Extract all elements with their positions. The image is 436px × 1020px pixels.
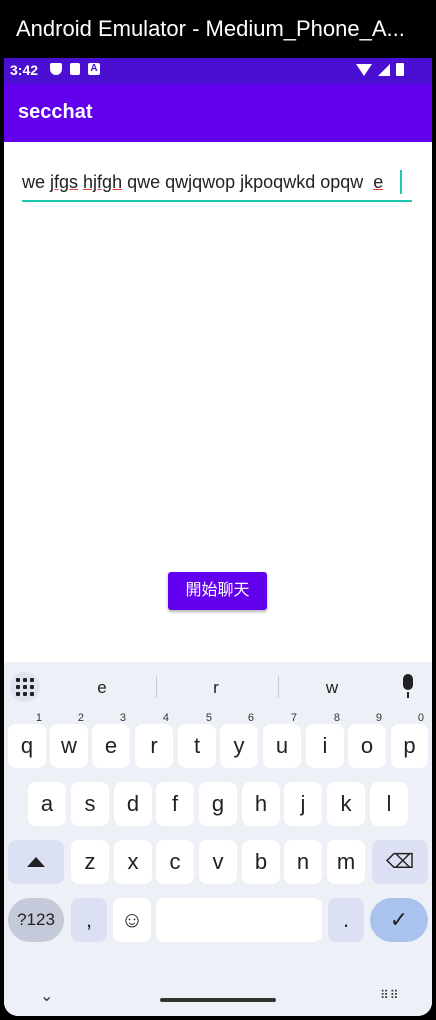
key-o[interactable]: o9 bbox=[348, 712, 386, 768]
suggestion-3[interactable]: w bbox=[312, 678, 352, 698]
keyboard-switch-icon[interactable]: ⠿⠿ bbox=[380, 988, 400, 1002]
shift-key[interactable] bbox=[8, 840, 64, 884]
key-y[interactable]: y6 bbox=[220, 712, 258, 768]
text-cursor bbox=[400, 170, 402, 194]
key-m[interactable]: m bbox=[327, 840, 365, 884]
hide-keyboard-icon[interactable]: ⌄ bbox=[40, 986, 53, 1006]
emulator-title-bar: Android Emulator - Medium_Phone_A... bbox=[0, 0, 436, 58]
key-l[interactable]: l bbox=[370, 782, 408, 826]
backspace-icon: ⌫ bbox=[385, 851, 415, 873]
key-w[interactable]: w2 bbox=[50, 712, 88, 768]
status-time: 3:42 bbox=[10, 62, 39, 78]
shield-icon bbox=[50, 63, 62, 75]
navigation-bar: ⌄ ⠿⠿ bbox=[4, 988, 432, 1016]
period-key[interactable]: . bbox=[328, 898, 364, 942]
backspace-key[interactable]: ⌫ bbox=[372, 840, 428, 884]
message-input[interactable]: we jfgs hjfgh qwe qwjqwop jkpoqwkd opqw … bbox=[22, 168, 412, 202]
sd-card-icon bbox=[70, 63, 80, 75]
suggestion-1[interactable]: e bbox=[82, 678, 122, 698]
symbols-key[interactable]: ?123 bbox=[8, 898, 64, 942]
status-icons-right bbox=[356, 63, 404, 76]
phone-screen: 3:42 A secchat we jfgs hjfgh qwe qwjqwop… bbox=[4, 58, 432, 1016]
shift-icon bbox=[27, 857, 45, 867]
comma-key[interactable]: , bbox=[71, 898, 107, 942]
a-icon: A bbox=[88, 63, 100, 75]
app-bar: secchat bbox=[4, 84, 432, 142]
key-n[interactable]: n bbox=[284, 840, 322, 884]
key-z[interactable]: z bbox=[71, 840, 109, 884]
key-a[interactable]: a bbox=[28, 782, 66, 826]
key-b[interactable]: b bbox=[242, 840, 280, 884]
soft-keyboard: e r w q1 w2 e3 r4 t5 y6 u7 i8 o9 p0 a s … bbox=[4, 662, 432, 1016]
key-k[interactable]: k bbox=[327, 782, 365, 826]
signal-icon bbox=[378, 63, 390, 76]
suggestion-divider bbox=[156, 676, 157, 698]
key-d[interactable]: d bbox=[114, 782, 152, 826]
message-input-value: we jfgs hjfgh qwe qwjqwop jkpoqwkd opqw … bbox=[22, 172, 384, 192]
key-q[interactable]: q1 bbox=[8, 712, 46, 768]
key-i[interactable]: i8 bbox=[306, 712, 344, 768]
apps-grid-icon[interactable] bbox=[10, 672, 40, 702]
emoji-icon: ☺ bbox=[120, 907, 144, 932]
key-c[interactable]: c bbox=[156, 840, 194, 884]
suggestion-2[interactable]: r bbox=[196, 678, 236, 698]
suggestion-bar: e r w bbox=[4, 662, 432, 712]
key-u[interactable]: u7 bbox=[263, 712, 301, 768]
key-e[interactable]: e3 bbox=[92, 712, 130, 768]
key-h[interactable]: h bbox=[242, 782, 280, 826]
window-title: Android Emulator - Medium_Phone_A... bbox=[16, 16, 405, 41]
key-j[interactable]: j bbox=[284, 782, 322, 826]
start-chat-button[interactable]: 開始聊天 bbox=[168, 572, 267, 610]
mic-icon[interactable] bbox=[398, 674, 418, 700]
key-p[interactable]: p0 bbox=[391, 712, 428, 768]
enter-key[interactable]: ✓ bbox=[370, 898, 428, 942]
key-f[interactable]: f bbox=[156, 782, 194, 826]
key-g[interactable]: g bbox=[199, 782, 237, 826]
key-s[interactable]: s bbox=[71, 782, 109, 826]
key-r[interactable]: r4 bbox=[135, 712, 173, 768]
wifi-icon bbox=[356, 63, 372, 76]
status-icons-left: A bbox=[50, 63, 100, 75]
app-title: secchat bbox=[18, 101, 93, 123]
battery-icon bbox=[396, 63, 404, 76]
space-key[interactable] bbox=[156, 898, 322, 942]
check-icon: ✓ bbox=[389, 907, 409, 932]
emoji-key[interactable]: ☺ bbox=[113, 898, 151, 942]
suggestion-divider bbox=[278, 676, 279, 698]
key-t[interactable]: t5 bbox=[178, 712, 216, 768]
key-x[interactable]: x bbox=[114, 840, 152, 884]
home-pill[interactable] bbox=[160, 998, 276, 1002]
key-v[interactable]: v bbox=[199, 840, 237, 884]
status-bar: 3:42 A bbox=[4, 58, 432, 84]
